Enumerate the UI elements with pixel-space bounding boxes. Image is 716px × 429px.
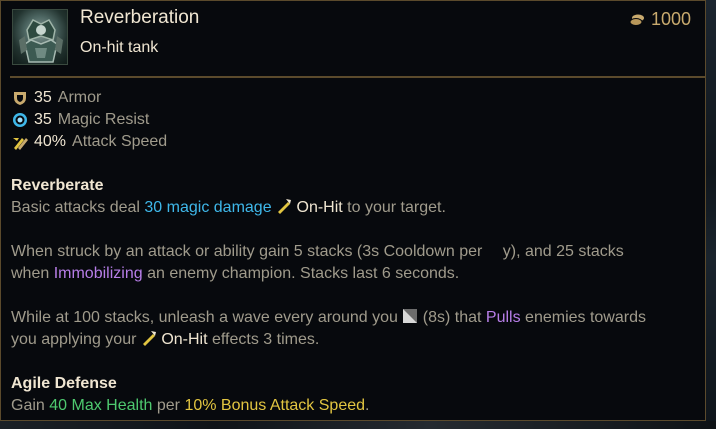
item-subtitle: On-hit tank bbox=[80, 39, 159, 56]
background-bottom bbox=[0, 421, 716, 429]
on-hit-icon bbox=[142, 331, 156, 346]
gold-coins-icon bbox=[629, 14, 644, 26]
immobilizing-keyword: Immobilizing bbox=[53, 265, 143, 282]
item-tooltip: Reverberation On-hit tank 1000 35 Armor … bbox=[0, 0, 706, 421]
armored-champion-icon bbox=[12, 9, 68, 65]
passive-line-2: When struck by an attack or ability gain… bbox=[11, 243, 624, 260]
stat-mr-label: Magic Resist bbox=[57, 111, 150, 128]
passive-line-5: you applying your On-Hit effects 3 times… bbox=[11, 331, 320, 348]
stat-armor-label: Armor bbox=[57, 89, 102, 106]
stat-magic-resist: 35 Magic Resist bbox=[12, 109, 167, 131]
on-hit-icon bbox=[278, 199, 292, 214]
on-hit-text: On-Hit bbox=[296, 199, 343, 216]
bonus-as-text: 10% Bonus Attack Speed bbox=[184, 397, 366, 414]
passive-title: Reverberate bbox=[11, 177, 104, 194]
armor-shield-icon bbox=[14, 92, 26, 105]
wave-area-icon bbox=[403, 309, 418, 323]
passive-agile-defense: Agile Defense Gain 40 Max Health per 10%… bbox=[11, 373, 701, 417]
background-edge bbox=[706, 0, 716, 429]
on-hit-text: On-Hit bbox=[161, 331, 208, 348]
header-divider bbox=[10, 76, 705, 78]
stat-as-value: 40% bbox=[34, 133, 67, 150]
item-cost: 1000 bbox=[629, 9, 691, 30]
magic-damage-text: 30 magic damage bbox=[144, 199, 272, 216]
stat-attack-speed: 40% Attack Speed bbox=[12, 131, 167, 153]
pulls-keyword: Pulls bbox=[485, 309, 521, 326]
passive-line-4: While at 100 stacks, unleash a wave ever… bbox=[11, 309, 646, 326]
cost-value: 1000 bbox=[650, 9, 691, 29]
passive-line: Gain 40 Max Health per 10% Bonus Attack … bbox=[11, 397, 370, 414]
passive-line-3: when Immobilizing an enemy champion. Sta… bbox=[11, 265, 460, 282]
stat-armor-value: 35 bbox=[34, 89, 52, 106]
stats-list: 35 Armor 35 Magic Resist 40% Attack Spee… bbox=[12, 87, 167, 153]
attack-speed-icon bbox=[13, 138, 28, 150]
passive-title: Agile Defense bbox=[11, 375, 117, 392]
stat-mr-value: 35 bbox=[34, 111, 52, 128]
magic-resist-icon bbox=[13, 113, 27, 127]
stat-as-label: Attack Speed bbox=[72, 133, 168, 150]
max-health-text: 40 Max Health bbox=[49, 397, 153, 414]
occluded-text: cy bbox=[487, 243, 503, 260]
passive-reverberate: Reverberate Basic attacks deal 30 magic … bbox=[11, 175, 701, 351]
passive-line-1: Basic attacks deal 30 magic damage On-Hi… bbox=[11, 199, 446, 216]
item-name: Reverberation bbox=[80, 7, 200, 28]
stat-armor: 35 Armor bbox=[12, 87, 167, 109]
